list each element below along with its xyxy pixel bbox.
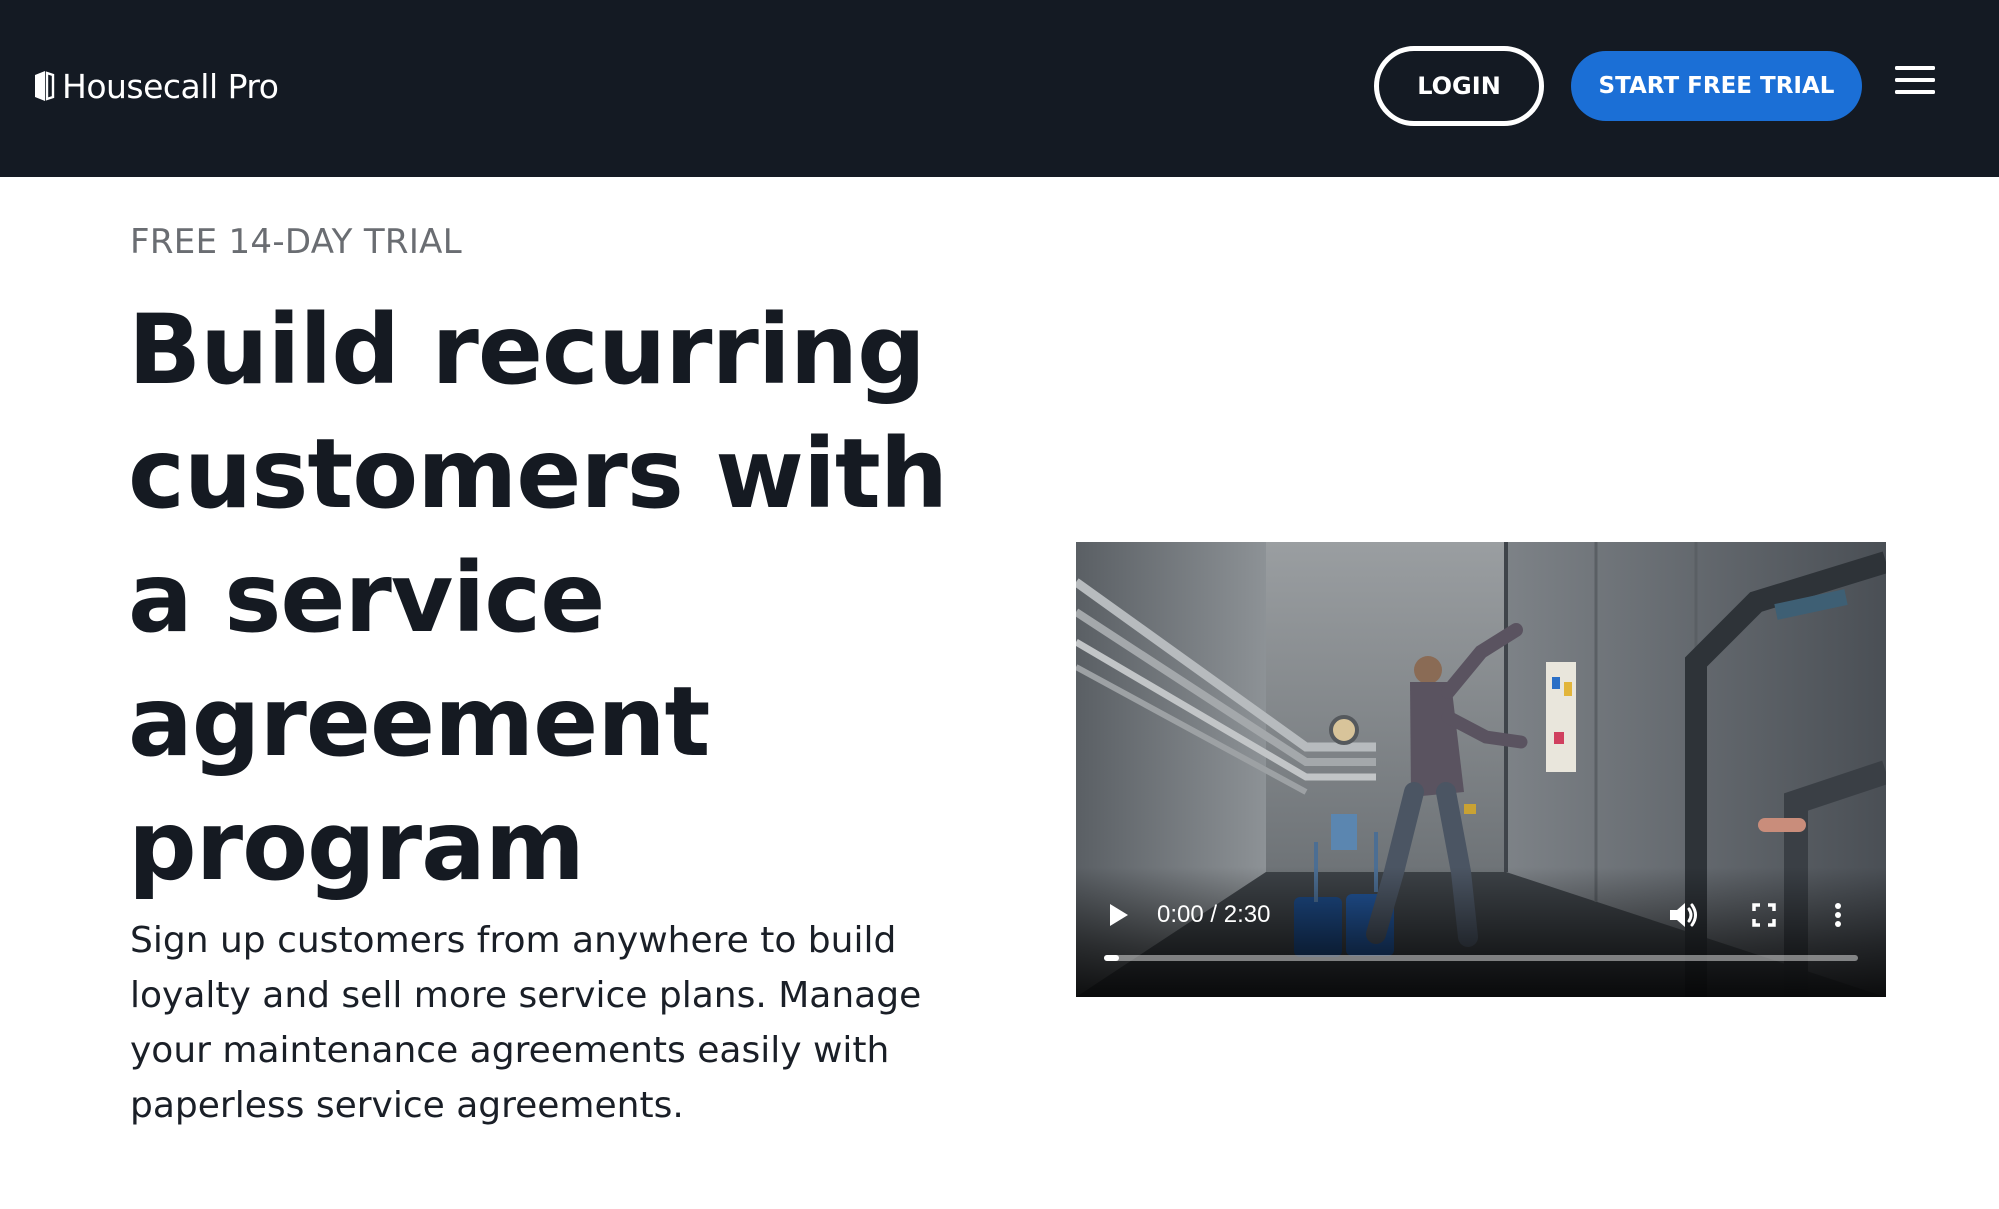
hamburger-menu-icon[interactable] — [1890, 58, 1940, 102]
housecall-pro-logo-icon — [35, 71, 55, 101]
play-icon[interactable] — [1104, 899, 1132, 931]
top-navigation-bar: Housecall Pro LOGIN START FREE TRIAL — [0, 0, 1999, 177]
video-player[interactable]: 0:00 / 2:30 — [1076, 542, 1886, 997]
more-options-icon[interactable] — [1831, 898, 1845, 932]
video-progress-fill — [1104, 955, 1120, 961]
hero-eyebrow: FREE 14-DAY TRIAL — [130, 222, 462, 262]
brand-name: Housecall Pro — [62, 66, 279, 106]
brand-logo[interactable]: Housecall Pro — [33, 64, 279, 108]
login-button[interactable]: LOGIN — [1374, 46, 1544, 126]
volume-icon[interactable] — [1666, 898, 1700, 932]
start-free-trial-button[interactable]: START FREE TRIAL — [1571, 51, 1862, 121]
hero-description: Sign up customers from anywhere to build… — [130, 920, 922, 1126]
video-time-readout: 0:00 / 2:30 — [1157, 901, 1271, 928]
fullscreen-icon[interactable] — [1749, 900, 1779, 930]
video-progress-bar[interactable] — [1104, 955, 1858, 961]
hero-headline: Build recurring customers with a service… — [128, 294, 948, 902]
video-controls-overlay — [1076, 867, 1886, 997]
